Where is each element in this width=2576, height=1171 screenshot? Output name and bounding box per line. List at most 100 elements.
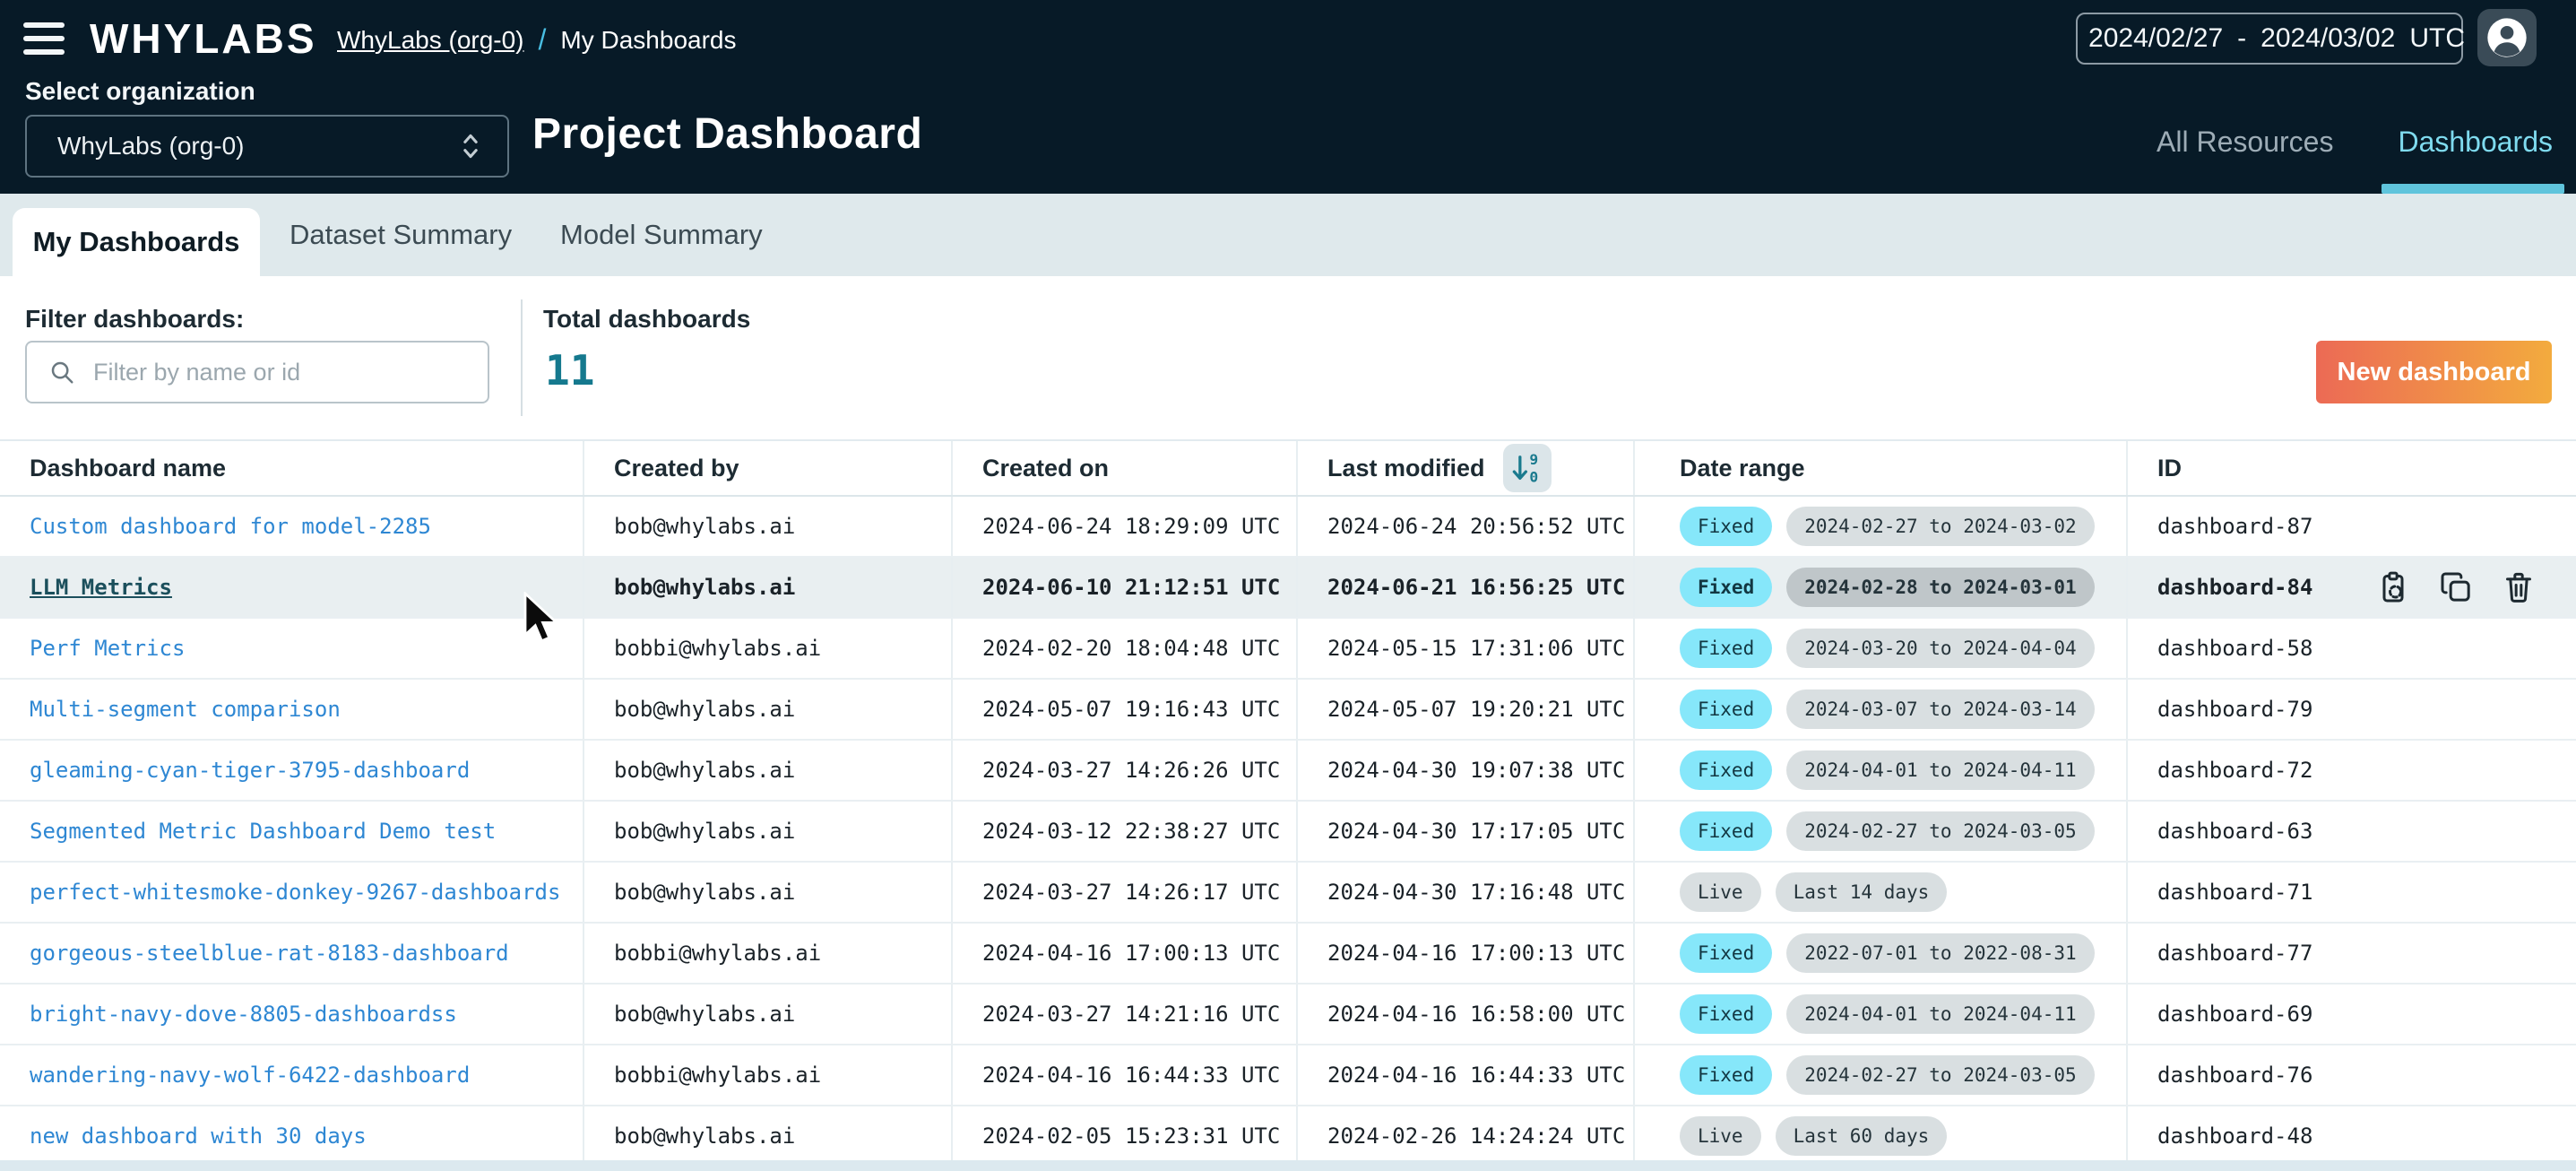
search-icon bbox=[51, 361, 73, 384]
breadcrumb-current: My Dashboards bbox=[560, 25, 737, 54]
filter-input[interactable] bbox=[91, 357, 470, 387]
column-header-created-by: Created by bbox=[584, 441, 953, 495]
cell-created-by: bob@whylabs.ai bbox=[584, 802, 953, 861]
bottom-scroll-strip[interactable] bbox=[0, 1160, 2576, 1171]
table-body: Custom dashboard for model-2285 bob@whyl… bbox=[0, 497, 2576, 1167]
duplicate-icon[interactable] bbox=[2438, 569, 2474, 605]
dashboard-name-link[interactable]: Custom dashboard for model-2285 bbox=[30, 514, 431, 539]
table-row[interactable]: new dashboard with 30 days bob@whylabs.a… bbox=[0, 1106, 2576, 1167]
range-value-badge: 2024-03-20 to 2024-04-04 bbox=[1786, 629, 2095, 668]
table-row[interactable]: wandering-navy-wolf-6422-dashboard bobbi… bbox=[0, 1045, 2576, 1106]
filter-divider bbox=[521, 299, 523, 416]
cell-dashboard-name: perfect-whitesmoke-donkey-9267-dashboard… bbox=[0, 863, 584, 922]
filter-search-box bbox=[25, 341, 489, 403]
cell-created-by: bob@whylabs.ai bbox=[584, 558, 953, 617]
cell-created-by: bob@whylabs.ai bbox=[584, 680, 953, 739]
svg-text:9: 9 bbox=[1529, 451, 1538, 468]
date-range-start: 2024/02/27 bbox=[2088, 23, 2224, 53]
range-type-badge: Fixed bbox=[1680, 629, 1773, 668]
table-row[interactable]: perfect-whitesmoke-donkey-9267-dashboard… bbox=[0, 863, 2576, 924]
cell-last-modified: 2024-06-24 20:56:52 UTC bbox=[1298, 497, 1635, 556]
cell-created-on: 2024-03-27 14:26:26 UTC bbox=[953, 741, 1298, 800]
column-header-last-modified: Last modified 9 0 bbox=[1298, 441, 1635, 495]
total-dashboards-count: 11 bbox=[545, 346, 595, 395]
active-nav-indicator bbox=[2382, 184, 2564, 194]
cell-created-on: 2024-05-07 19:16:43 UTC bbox=[953, 680, 1298, 739]
cell-dashboard-name: new dashboard with 30 days bbox=[0, 1106, 584, 1166]
range-value-badge: 2024-02-27 to 2024-03-05 bbox=[1786, 811, 2095, 851]
breadcrumb-org-link[interactable]: WhyLabs (org-0) bbox=[337, 26, 524, 55]
cell-date-range: Fixed 2024-04-01 to 2024-04-11 bbox=[1635, 985, 2128, 1044]
cell-created-on: 2024-03-12 22:38:27 UTC bbox=[953, 802, 1298, 861]
table-row[interactable]: Multi-segment comparison bob@whylabs.ai … bbox=[0, 680, 2576, 741]
cell-id: dashboard-76 bbox=[2157, 1063, 2313, 1088]
new-dashboard-button[interactable]: New dashboard bbox=[2316, 341, 2552, 403]
dashboard-name-link[interactable]: LLM Metrics bbox=[30, 575, 172, 600]
cell-date-range: Fixed 2024-02-27 to 2024-03-02 bbox=[1635, 497, 2128, 556]
cell-dashboard-name: Segmented Metric Dashboard Demo test bbox=[0, 802, 584, 861]
tab-my-dashboards[interactable]: My Dashboards bbox=[13, 208, 260, 276]
cell-id: dashboard-77 bbox=[2157, 941, 2313, 966]
dashboard-name-link[interactable]: wandering-navy-wolf-6422-dashboard bbox=[30, 1063, 470, 1088]
cell-id: dashboard-87 bbox=[2157, 514, 2313, 539]
org-selector[interactable]: WhyLabs (org-0) bbox=[25, 115, 509, 178]
dashboard-name-link[interactable]: Segmented Metric Dashboard Demo test bbox=[30, 819, 496, 844]
cell-date-range: Fixed 2024-03-07 to 2024-03-14 bbox=[1635, 680, 2128, 739]
table-row[interactable]: LLM Metrics bob@whylabs.ai 2024-06-10 21… bbox=[0, 558, 2576, 619]
dashboard-name-link[interactable]: new dashboard with 30 days bbox=[30, 1123, 367, 1149]
page-title: Project Dashboard bbox=[532, 110, 923, 158]
table-row[interactable]: Perf Metrics bobbi@whylabs.ai 2024-02-20… bbox=[0, 619, 2576, 680]
dashboard-name-link[interactable]: Perf Metrics bbox=[30, 636, 185, 661]
table-row[interactable]: gleaming-cyan-tiger-3795-dashboard bob@w… bbox=[0, 741, 2576, 802]
dashboard-name-link[interactable]: Multi-segment comparison bbox=[30, 697, 341, 722]
date-range-picker[interactable]: 1 2024/02/27 - 2024/03/02 UTC bbox=[2076, 13, 2465, 65]
dashboard-name-link[interactable]: perfect-whitesmoke-donkey-9267-dashboard… bbox=[30, 880, 560, 905]
cell-created-by: bob@whylabs.ai bbox=[584, 497, 953, 556]
range-type-badge: Fixed bbox=[1680, 933, 1773, 973]
cell-created-by: bob@whylabs.ai bbox=[584, 741, 953, 800]
org-selector-label: Select organization bbox=[25, 77, 255, 105]
range-type-badge: Live bbox=[1680, 1116, 1761, 1156]
cell-dashboard-name: LLM Metrics bbox=[0, 558, 584, 617]
menu-icon[interactable] bbox=[23, 22, 65, 55]
copy-id-icon[interactable] bbox=[2375, 569, 2411, 605]
delete-icon[interactable] bbox=[2501, 569, 2537, 605]
nav-tab-dashboards[interactable]: Dashboards bbox=[2398, 126, 2553, 159]
table-header-row: Dashboard name Created by Created on Las… bbox=[0, 439, 2576, 497]
cell-last-modified: 2024-05-15 17:31:06 UTC bbox=[1298, 619, 1635, 678]
cell-created-by: bob@whylabs.ai bbox=[584, 985, 953, 1044]
column-header-dashboard-name: Dashboard name bbox=[0, 441, 584, 495]
sort-descending-button[interactable]: 9 0 bbox=[1502, 444, 1552, 492]
table-row[interactable]: Segmented Metric Dashboard Demo test bob… bbox=[0, 802, 2576, 863]
nav-tab-all-resources[interactable]: All Resources bbox=[2157, 126, 2333, 159]
cell-created-on: 2024-03-27 14:21:16 UTC bbox=[953, 985, 1298, 1044]
user-avatar[interactable] bbox=[2477, 9, 2537, 66]
dashboard-name-link[interactable]: gorgeous-steelblue-rat-8183-dashboard bbox=[30, 941, 509, 966]
cell-last-modified: 2024-04-16 17:00:13 UTC bbox=[1298, 924, 1635, 983]
cell-date-range: Fixed 2024-02-27 to 2024-03-05 bbox=[1635, 1045, 2128, 1105]
range-value-badge: 2024-02-27 to 2024-03-02 bbox=[1786, 507, 2095, 546]
cell-created-by: bobbi@whylabs.ai bbox=[584, 619, 953, 678]
cell-dashboard-name: gorgeous-steelblue-rat-8183-dashboard bbox=[0, 924, 584, 983]
cell-created-on: 2024-03-27 14:26:17 UTC bbox=[953, 863, 1298, 922]
range-type-badge: Fixed bbox=[1680, 811, 1773, 851]
total-dashboards-label: Total dashboards bbox=[543, 305, 751, 333]
table-row[interactable]: gorgeous-steelblue-rat-8183-dashboard bo… bbox=[0, 924, 2576, 985]
range-value-badge: 2024-02-27 to 2024-03-05 bbox=[1786, 1055, 2095, 1095]
tab-dataset-summary[interactable]: Dataset Summary bbox=[290, 194, 512, 276]
cell-id: dashboard-71 bbox=[2157, 880, 2313, 905]
cell-id: dashboard-69 bbox=[2157, 1002, 2313, 1027]
tab-model-summary[interactable]: Model Summary bbox=[560, 194, 763, 276]
cell-created-on: 2024-06-10 21:12:51 UTC bbox=[953, 558, 1298, 617]
cell-last-modified: 2024-04-30 17:16:48 UTC bbox=[1298, 863, 1635, 922]
range-type-badge: Fixed bbox=[1680, 750, 1773, 790]
cell-created-on: 2024-02-05 15:23:31 UTC bbox=[953, 1106, 1298, 1166]
dashboard-name-link[interactable]: gleaming-cyan-tiger-3795-dashboard bbox=[30, 758, 470, 783]
table-row[interactable]: Custom dashboard for model-2285 bob@whyl… bbox=[0, 497, 2576, 558]
cell-created-on: 2024-04-16 16:44:33 UTC bbox=[953, 1045, 1298, 1105]
user-avatar-icon bbox=[2487, 18, 2527, 57]
dashboard-name-link[interactable]: bright-navy-dove-8805-dashboardss bbox=[30, 1002, 457, 1027]
cell-created-on: 2024-06-24 18:29:09 UTC bbox=[953, 497, 1298, 556]
range-value-badge: 2022-07-01 to 2022-08-31 bbox=[1786, 933, 2095, 973]
table-row[interactable]: bright-navy-dove-8805-dashboardss bob@wh… bbox=[0, 985, 2576, 1045]
